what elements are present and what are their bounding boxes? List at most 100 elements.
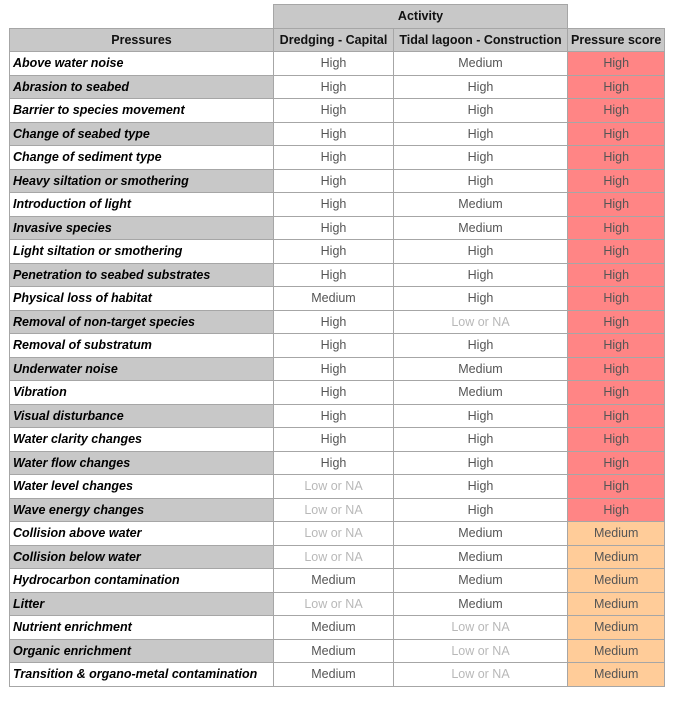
- pressure-score-cell: Medium: [566, 638, 666, 663]
- pressure-score-cell: High: [566, 474, 666, 499]
- table-row: Vibration High Medium High: [9, 380, 666, 405]
- pressure-name-cell: Removal of non-target species: [9, 309, 274, 334]
- table-row: Removal of non-target species High Low or …: [9, 309, 666, 334]
- pressure-score-cell: High: [566, 497, 666, 522]
- dredging-capital-cell: High: [273, 74, 394, 99]
- pressure-name-cell: Introduction of light: [9, 192, 274, 217]
- dredging-capital-cell: High: [273, 333, 394, 358]
- dredging-capital-cell: High: [273, 427, 394, 452]
- dredging-capital-cell: Low or NA: [273, 544, 394, 569]
- pressure-name-cell: Physical loss of habitat: [9, 286, 274, 311]
- pressure-name-cell: Heavy siltation or smothering: [9, 168, 274, 193]
- table-row: Heavy siltation or smothering High High Hig…: [9, 168, 666, 193]
- dredging-capital-cell: High: [273, 309, 394, 334]
- pressure-score-cell: High: [566, 450, 666, 475]
- tidal-lagoon-construction-cell: High: [393, 168, 568, 193]
- tidal-lagoon-construction-cell: High: [393, 98, 568, 123]
- activity-group-header: Activity: [273, 4, 568, 29]
- header-pressures: Pressures: [9, 27, 274, 52]
- table-row: Barrier to species movement High High High: [9, 98, 666, 123]
- dredging-capital-cell: High: [273, 215, 394, 240]
- tidal-lagoon-construction-cell: Medium: [393, 215, 568, 240]
- pressure-score-cell: High: [566, 145, 666, 170]
- dredging-capital-cell: High: [273, 51, 394, 76]
- dredging-capital-cell: Low or NA: [273, 521, 394, 546]
- group-header-row: Activity: [9, 4, 665, 29]
- table-row: Change of sediment type High High High: [9, 145, 666, 170]
- table-row: Change of seabed type High High High: [9, 121, 666, 146]
- blank-cell: [9, 4, 274, 28]
- pressure-score-cell: High: [566, 215, 666, 240]
- table-row: Removal of substratum High High High: [9, 333, 666, 358]
- pressure-score-cell: High: [566, 403, 666, 428]
- table-row: Visual disturbance High High High: [9, 403, 666, 428]
- tidal-lagoon-construction-cell: High: [393, 474, 568, 499]
- table-row: Abrasion to seabed High High High: [9, 74, 666, 99]
- table-row: Hydrocarbon contamination Medium Medium Med…: [9, 568, 666, 593]
- pressure-name-cell: Visual disturbance: [9, 403, 274, 428]
- tidal-lagoon-construction-cell: Low or NA: [393, 662, 568, 687]
- dredging-capital-cell: High: [273, 450, 394, 475]
- tidal-lagoon-construction-cell: High: [393, 121, 568, 146]
- pressure-name-cell: Litter: [9, 591, 274, 616]
- tidal-lagoon-construction-cell: High: [393, 427, 568, 452]
- dredging-capital-cell: Low or NA: [273, 591, 394, 616]
- pressure-name-cell: Underwater noise: [9, 356, 274, 381]
- pressure-name-cell: Water clarity changes: [9, 427, 274, 452]
- table-row: Introduction of light High Medium High: [9, 192, 666, 217]
- dredging-capital-cell: High: [273, 121, 394, 146]
- header-pressure-score: Pressure score: [566, 27, 666, 52]
- tidal-lagoon-construction-cell: High: [393, 403, 568, 428]
- pressure-name-cell: Vibration: [9, 380, 274, 405]
- tidal-lagoon-construction-cell: High: [393, 286, 568, 311]
- pressure-name-cell: Transition & organo-metal contamination: [9, 662, 274, 687]
- pressure-score-cell: High: [566, 192, 666, 217]
- table-row: Collision above water Low or NA Medium Medi…: [9, 521, 666, 546]
- dredging-capital-cell: Medium: [273, 638, 394, 663]
- pressure-score-cell: Medium: [566, 544, 666, 569]
- pressure-name-cell: Collision below water: [9, 544, 274, 569]
- dredging-capital-cell: High: [273, 380, 394, 405]
- header-dredging-capital: Dredging - Capital: [273, 27, 394, 52]
- tidal-lagoon-construction-cell: Low or NA: [393, 615, 568, 640]
- pressure-name-cell: Collision above water: [9, 521, 274, 546]
- table-row: Transition & organo-metal contamination M…: [9, 662, 666, 687]
- table-row: Above water noise High Medium High: [9, 51, 666, 76]
- pressure-name-cell: Change of sediment type: [9, 145, 274, 170]
- pressure-score-cell: High: [566, 427, 666, 452]
- pressure-name-cell: Change of seabed type: [9, 121, 274, 146]
- pressure-score-cell: Medium: [566, 615, 666, 640]
- tidal-lagoon-construction-cell: High: [393, 145, 568, 170]
- table-row: Light siltation or smothering High High Hig…: [9, 239, 666, 264]
- dredging-capital-cell: Medium: [273, 615, 394, 640]
- tidal-lagoon-construction-cell: Medium: [393, 51, 568, 76]
- dredging-capital-cell: Low or NA: [273, 497, 394, 522]
- pressure-name-cell: Above water noise: [9, 51, 274, 76]
- tidal-lagoon-construction-cell: Low or NA: [393, 309, 568, 334]
- pressure-name-cell: Wave energy changes: [9, 497, 274, 522]
- pressure-score-cell: High: [566, 380, 666, 405]
- pressure-score-cell: Medium: [566, 521, 666, 546]
- table-row: Water level changes Low or NA High High: [9, 474, 666, 499]
- tidal-lagoon-construction-cell: Low or NA: [393, 638, 568, 663]
- pressure-score-cell: Medium: [566, 591, 666, 616]
- pressure-name-cell: Light siltation or smothering: [9, 239, 274, 264]
- tidal-lagoon-construction-cell: High: [393, 262, 568, 287]
- table-row: Wave energy changes Low or NA High High: [9, 497, 666, 522]
- pressure-score-cell: High: [566, 98, 666, 123]
- table-row: Litter Low or NA Medium Medium: [9, 591, 666, 616]
- blank-cell: [567, 4, 665, 28]
- dredging-capital-cell: High: [273, 403, 394, 428]
- dredging-capital-cell: High: [273, 168, 394, 193]
- pressure-name-cell: Water flow changes: [9, 450, 274, 475]
- pressure-table: Activity Pressures Dredging - Capital Ti…: [9, 4, 666, 687]
- dredging-capital-cell: High: [273, 239, 394, 264]
- table-row: Penetration to seabed substrates High High…: [9, 262, 666, 287]
- tidal-lagoon-construction-cell: Medium: [393, 356, 568, 381]
- dredging-capital-cell: High: [273, 262, 394, 287]
- dredging-capital-cell: Low or NA: [273, 474, 394, 499]
- table-row: Nutrient enrichment Medium Low or NA Medium: [9, 615, 666, 640]
- pressure-score-cell: Medium: [566, 568, 666, 593]
- table-row: Water clarity changes High High High: [9, 427, 666, 452]
- pressure-score-cell: High: [566, 51, 666, 76]
